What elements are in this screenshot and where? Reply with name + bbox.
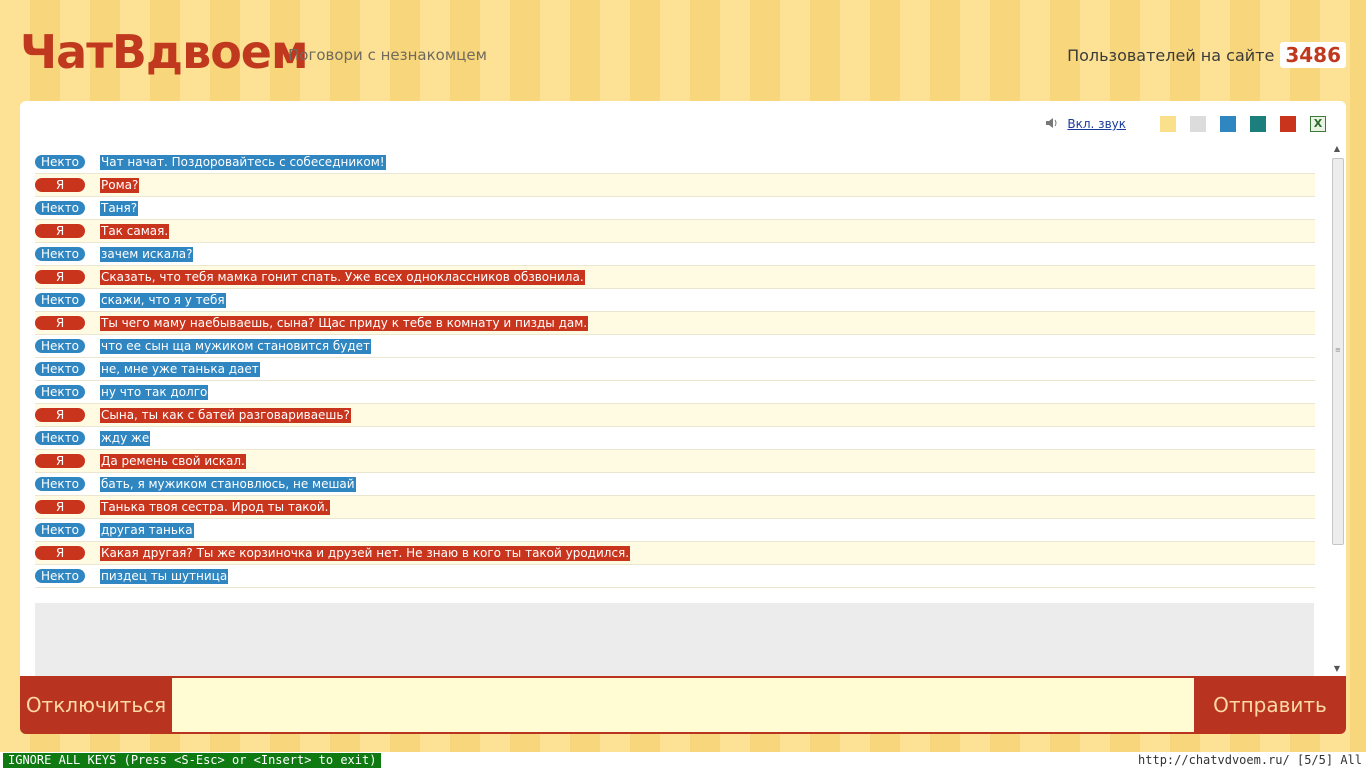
url-info: http://chatvdvoem.ru/ [5/5] All [1138,753,1362,767]
theme-swatch-red[interactable] [1280,116,1296,132]
message-text: Какая другая? Ты же корзиночка и друзей … [100,545,631,561]
scrollbar-thumb[interactable]: ≡ [1332,158,1344,545]
chat-toolbar: Вкл. звук X [1045,115,1326,133]
message-text: Сына, ты как с батей разговариваешь? [100,407,351,423]
speaker-icon[interactable] [1045,117,1061,131]
sender-badge: Я [35,178,85,192]
scroll-grip-icon: ≡ [1335,346,1341,354]
message-row: Некто пиздец ты шутница [35,565,1315,588]
site-logo[interactable]: ЧатВдвоем [20,22,309,82]
message-text: Так самая. [100,223,170,239]
sender-badge: Некто [35,523,85,537]
sender-badge: Некто [35,431,85,445]
site-header: ЧатВдвоем Поговори с незнакомцем Пользов… [0,0,1366,100]
sender-badge: Некто [35,293,85,307]
theme-swatch-yellow[interactable] [1160,116,1176,132]
sender-badge: Некто [35,339,85,353]
message-text: жду же [100,430,151,446]
theme-swatch-teal[interactable] [1250,116,1266,132]
sender-badge: Некто [35,362,85,376]
sender-badge: Некто [35,247,85,261]
chat-footer-area [35,603,1314,676]
message-text: бать, я мужиком становлюсь, не мешай [100,476,356,492]
message-text: пиздец ты шутница [100,568,229,584]
theme-swatch-blue[interactable] [1220,116,1236,132]
message-row: Я Сказать, что тебя мамка гонит спать. Уж… [35,266,1315,289]
sender-badge: Я [35,270,85,284]
online-users-label: Пользователей на сайте [1067,45,1275,65]
online-users-count: 3486 [1280,42,1346,68]
online-users: Пользователей на сайте 3486 [1067,42,1346,68]
scroll-down-arrow-icon[interactable]: ▼ [1333,665,1341,673]
browser-statusline: IGNORE ALL KEYS (Press <S-Esc> or <Inser… [0,752,1366,768]
message-text: Да ремень свой искал. [100,453,246,469]
sender-badge: Некто [35,385,85,399]
key-mode-indicator: IGNORE ALL KEYS (Press <S-Esc> or <Inser… [3,753,382,768]
message-row: Некто зачем искала? [35,243,1315,266]
message-text: ну что так долго [100,384,209,400]
message-row: Некто другая танька [35,519,1315,542]
message-text: что ее сын ща мужиком становится будет [100,338,372,354]
message-text: зачем искала? [100,246,194,262]
scroll-up-arrow-icon[interactable]: ▲ [1333,145,1341,153]
sender-badge: Я [35,224,85,238]
message-row: Я Сына, ты как с батей разговариваешь? [35,404,1315,427]
message-text: Танька твоя сестра. Ирод ты такой. [100,499,330,515]
message-text: Ты чего маму наебываешь, сына? Щас приду… [100,315,589,331]
sender-badge: Я [35,454,85,468]
message-text: Таня? [100,200,139,216]
message-text: другая танька [100,522,194,538]
message-row: Некто что ее сын ща мужиком становится бу… [35,335,1315,358]
message-row: Некто Чат начат. Поздоровайтесь с собесед… [35,151,1315,174]
message-bar: Отключиться Отправить [20,676,1346,734]
message-row: Я Рома? [35,174,1315,197]
sender-badge: Некто [35,155,85,169]
sender-badge: Некто [35,569,85,583]
message-row: Некто не, мне уже танька дает [35,358,1315,381]
message-row: Некто ну что так долго [35,381,1315,404]
sender-badge: Я [35,546,85,560]
sender-badge: Я [35,408,85,422]
message-text: не, мне уже танька дает [100,361,260,377]
sender-badge: Некто [35,201,85,215]
message-input[interactable] [172,678,1194,732]
message-row: Некто Таня? [35,197,1315,220]
sound-toggle-link[interactable]: Вкл. звук [1067,117,1126,131]
site-tagline: Поговори с незнакомцем [288,46,487,64]
message-row: Некто жду же [35,427,1315,450]
message-row: Некто скажи, что я у тебя [35,289,1315,312]
message-text: Сказать, что тебя мамка гонит спать. Уже… [100,269,585,285]
message-row: Я Танька твоя сестра. Ирод ты такой. [35,496,1315,519]
excel-export-icon[interactable]: X [1310,116,1326,132]
message-row: Я Какая другая? Ты же корзиночка и друзей… [35,542,1315,565]
message-row: Некто бать, я мужиком становлюсь, не меша… [35,473,1315,496]
message-row: Я Да ремень свой искал. [35,450,1315,473]
sender-badge: Некто [35,477,85,491]
message-list: Некто Чат начат. Поздоровайтесь с собесед… [35,151,1315,588]
chat-scrollbar[interactable]: ▲ ≡ ▼ [1330,145,1344,673]
chat-panel: Вкл. звук X Некто Чат начат. Поздоровайте… [20,101,1346,676]
send-button[interactable]: Отправить [1194,676,1346,734]
message-text: Рома? [100,177,140,193]
message-row: Я Так самая. [35,220,1315,243]
theme-swatch-grey[interactable] [1190,116,1206,132]
message-row: Я Ты чего маму наебываешь, сына? Щас прид… [35,312,1315,335]
message-text: Чат начат. Поздоровайтесь с собеседником… [100,154,386,170]
sender-badge: Я [35,500,85,514]
disconnect-button[interactable]: Отключиться [20,676,172,734]
sender-badge: Я [35,316,85,330]
message-text: скажи, что я у тебя [100,292,226,308]
